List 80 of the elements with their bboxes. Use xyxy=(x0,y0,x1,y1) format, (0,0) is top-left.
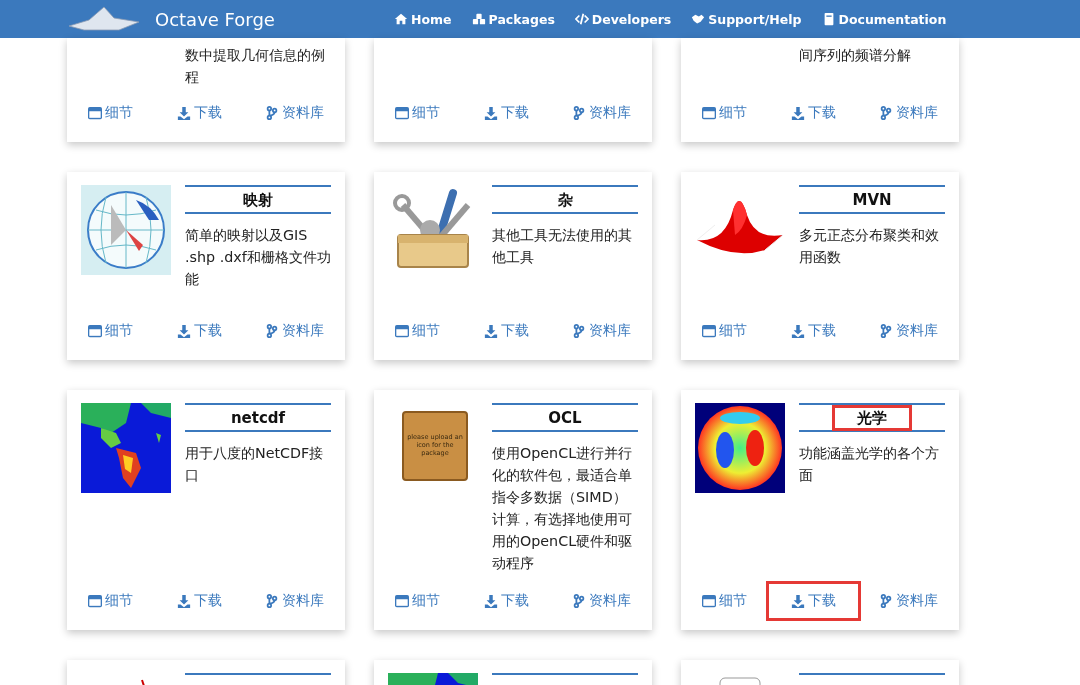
branch-icon xyxy=(572,594,586,608)
repository-link[interactable]: 资料库 xyxy=(872,587,945,615)
download-link[interactable]: 下载 xyxy=(783,317,843,345)
card-icon xyxy=(395,106,409,120)
surface-logo-icon xyxy=(68,6,140,32)
card-icon xyxy=(88,106,102,120)
repository-link[interactable]: 资料库 xyxy=(565,317,638,345)
nav-link[interactable]: Home xyxy=(394,11,452,27)
download-link[interactable]: 下载 xyxy=(169,99,229,127)
download-link[interactable]: 下载 xyxy=(476,317,536,345)
download-link[interactable]: 下载 xyxy=(476,99,536,127)
download-icon xyxy=(483,594,498,608)
repository-link[interactable]: 资料库 xyxy=(565,587,638,615)
repository-link[interactable]: 资料库 xyxy=(258,99,331,127)
site-title[interactable]: Octave Forge xyxy=(155,8,275,30)
details-link[interactable]: 细节 xyxy=(388,99,447,127)
branch-icon xyxy=(265,106,279,120)
package-title: 映射 xyxy=(242,189,274,211)
details-link[interactable]: 细节 xyxy=(81,587,140,615)
download-icon xyxy=(176,594,191,608)
download-link[interactable]: 下载 xyxy=(783,99,843,127)
package-description: 简单的映射以及GIS .shp .dxf和栅格文件功能 xyxy=(185,226,331,289)
package-title: netcdf xyxy=(229,407,287,429)
branch-icon xyxy=(879,594,893,608)
details-link[interactable]: 细节 xyxy=(81,317,140,345)
details-link[interactable]: 细节 xyxy=(388,587,447,615)
download-link[interactable]: 下载 xyxy=(169,317,229,345)
nav-link[interactable]: Packages xyxy=(471,11,555,27)
branch-icon xyxy=(265,324,279,338)
download-icon xyxy=(790,594,805,608)
package-description: 功能涵盖光学的各个方面 xyxy=(799,444,940,485)
branch-icon xyxy=(879,106,893,120)
card-icon xyxy=(702,594,716,608)
repository-link[interactable]: 资料库 xyxy=(872,99,945,127)
repository-link[interactable]: 资料库 xyxy=(258,317,331,345)
card-icon xyxy=(395,594,409,608)
nav-link[interactable]: Support/Help xyxy=(691,11,802,27)
download-icon xyxy=(483,106,498,120)
branch-icon xyxy=(572,106,586,120)
download-icon xyxy=(483,324,498,338)
download-icon xyxy=(790,106,805,120)
card-icon xyxy=(395,324,409,338)
branch-icon xyxy=(879,324,893,338)
package-description: 数中提取几何信息的例程 xyxy=(185,46,326,87)
handshake-icon xyxy=(691,12,706,26)
download-link[interactable]: 下载 xyxy=(169,587,229,615)
card-icon xyxy=(88,324,102,338)
package-description: 用于八度的NetCDF接口 xyxy=(185,444,325,485)
code-icon xyxy=(574,12,589,26)
branch-icon xyxy=(265,594,279,608)
details-link[interactable]: 细节 xyxy=(695,587,754,615)
repository-link[interactable]: 资料库 xyxy=(565,99,638,127)
card-icon xyxy=(702,106,716,120)
package-description: 间序列的频谱分解 xyxy=(799,46,912,65)
cubes-icon xyxy=(471,12,486,26)
package-description: 多元正态分布聚类和效用函数 xyxy=(799,226,940,267)
card-icon xyxy=(88,594,102,608)
package-title: OCL xyxy=(547,407,583,429)
package-description: 使用OpenCL进行并行化的软件包，最适合单指令多数据（SIMD）计算，有选择地使用可用的OpenCL硬件和驱动程序 xyxy=(492,444,634,573)
download-link[interactable]: 下载 xyxy=(765,581,861,621)
nav-link[interactable]: Developers xyxy=(574,11,672,27)
card-icon xyxy=(702,324,716,338)
nav-link[interactable]: Documentation xyxy=(821,11,947,27)
details-link[interactable]: 细节 xyxy=(81,99,140,127)
package-title: 杂 xyxy=(556,189,574,211)
branch-icon xyxy=(572,324,586,338)
repository-link[interactable]: 资料库 xyxy=(258,587,331,615)
details-link[interactable]: 细节 xyxy=(695,317,754,345)
download-icon xyxy=(176,324,191,338)
package-title: 光学 xyxy=(832,404,912,431)
home-icon xyxy=(394,12,408,26)
download-icon xyxy=(790,324,805,338)
package-title: MVN xyxy=(851,189,893,211)
package-description: 其他工具无法使用的其他工具 xyxy=(492,226,633,267)
download-icon xyxy=(176,106,191,120)
download-link[interactable]: 下载 xyxy=(476,587,536,615)
repository-link[interactable]: 资料库 xyxy=(872,317,945,345)
globe-icon xyxy=(81,185,171,275)
details-link[interactable]: 细节 xyxy=(388,317,447,345)
details-link[interactable]: 细节 xyxy=(695,99,754,127)
